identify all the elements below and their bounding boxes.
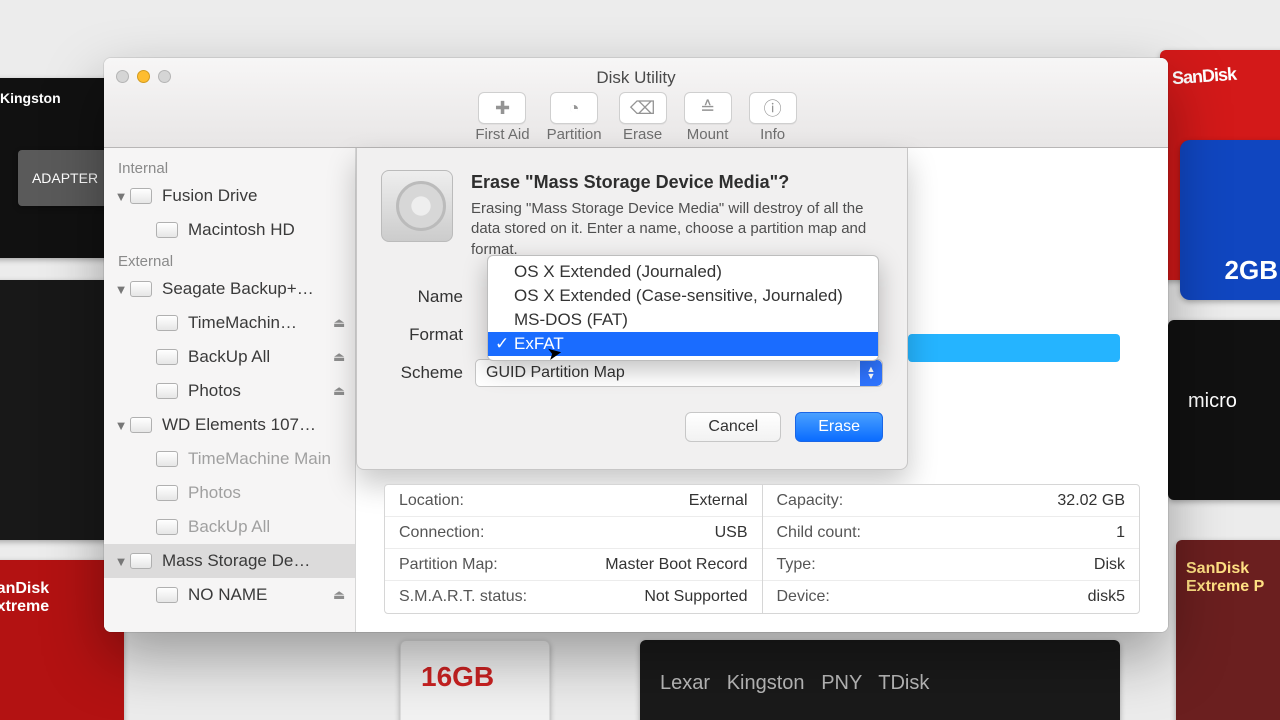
sidebar-item-seagate[interactable]: ▼Seagate Backup+… [104, 272, 355, 306]
volume-icon [156, 349, 178, 365]
sidebar-section-internal: Internal [104, 154, 355, 179]
capacity-value: 32.02 GB [1057, 492, 1125, 510]
childcount-value: 1 [1116, 524, 1125, 542]
volume-icon [156, 519, 178, 535]
format-label: Format [381, 325, 463, 345]
scheme-label: Scheme [381, 363, 463, 383]
chevron-down-icon[interactable]: ▼ [112, 418, 130, 433]
toolbar: ✚First Aid ◔Partition ⌫Erase ≙Mount ⓘInf… [104, 92, 1168, 143]
volume-icon [156, 222, 178, 238]
selection-highlight [908, 334, 1120, 362]
stethoscope-icon: ✚ [478, 92, 526, 124]
sidebar-item-wd-timemachine[interactable]: TimeMachine Main [104, 442, 355, 476]
sidebar-item-no-name[interactable]: NO NAME⏏ [104, 578, 355, 612]
sidebar-item-fusion-drive[interactable]: ▼Fusion Drive [104, 179, 355, 213]
smart-value: Not Supported [644, 588, 747, 606]
partition-map-value: Master Boot Record [605, 556, 747, 574]
sheet-message: Erasing "Mass Storage Device Media" will… [471, 199, 883, 260]
eject-icon[interactable]: ⏏ [333, 587, 349, 603]
capacity-label: Capacity: [777, 492, 844, 510]
cancel-button[interactable]: Cancel [685, 412, 781, 442]
connection-label: Connection: [399, 524, 484, 542]
format-option-osx-journaled[interactable]: OS X Extended (Journaled) [488, 260, 878, 284]
mount-button[interactable]: ≙Mount [684, 92, 732, 143]
sidebar: Internal ▼Fusion Drive Macintosh HD Exte… [104, 148, 356, 632]
device-value: disk5 [1088, 588, 1125, 606]
info-icon: ⓘ [749, 92, 797, 124]
eject-icon[interactable]: ⏏ [333, 349, 349, 365]
disk-details: Location: External Connection: USB Partiti… [384, 484, 1140, 614]
disk-icon [130, 281, 152, 297]
hard-drive-icon [381, 170, 453, 242]
volume-icon [156, 451, 178, 467]
location-value: External [689, 492, 748, 510]
chevron-down-icon[interactable]: ▼ [112, 554, 130, 569]
format-option-osx-case-journaled[interactable]: OS X Extended (Case-sensitive, Journaled… [488, 284, 878, 308]
window-title: Disk Utility [104, 68, 1168, 88]
erase-confirm-button[interactable]: Erase [795, 412, 883, 442]
volume-icon [156, 383, 178, 399]
scheme-select[interactable]: GUID Partition Map ▲▼ [475, 359, 883, 387]
mount-icon: ≙ [684, 92, 732, 124]
main-content: Erase "Mass Storage Device Media"? Erasi… [356, 148, 1168, 632]
eject-icon[interactable]: ⏏ [333, 315, 349, 331]
location-label: Location: [399, 492, 464, 510]
titlebar: Disk Utility ✚First Aid ◔Partition ⌫Eras… [104, 58, 1168, 148]
erase-sheet: Erase "Mass Storage Device Media"? Erasi… [356, 148, 908, 470]
info-button[interactable]: ⓘInfo [749, 92, 797, 143]
sheet-title: Erase "Mass Storage Device Media"? [471, 172, 883, 193]
sidebar-section-external: External [104, 247, 355, 272]
smart-label: S.M.A.R.T. status: [399, 588, 527, 606]
sidebar-item-wd-backupall[interactable]: BackUp All [104, 510, 355, 544]
chevron-updown-icon: ▲▼ [860, 360, 882, 386]
disk-icon [130, 417, 152, 433]
type-label: Type: [777, 556, 816, 574]
sidebar-item-timemachine[interactable]: TimeMachin…⏏ [104, 306, 355, 340]
first-aid-button[interactable]: ✚First Aid [475, 92, 529, 143]
format-option-msdos-fat[interactable]: MS-DOS (FAT) [488, 308, 878, 332]
erase-icon: ⌫ [619, 92, 667, 124]
chevron-down-icon[interactable]: ▼ [112, 282, 130, 297]
eject-icon[interactable]: ⏏ [333, 383, 349, 399]
partition-button[interactable]: ◔Partition [547, 92, 602, 143]
sidebar-item-photos[interactable]: Photos⏏ [104, 374, 355, 408]
sidebar-item-mass-storage[interactable]: ▼Mass Storage De… [104, 544, 355, 578]
partition-map-label: Partition Map: [399, 556, 498, 574]
type-value: Disk [1094, 556, 1125, 574]
disk-icon [130, 188, 152, 204]
name-label: Name [381, 287, 463, 307]
volume-icon [156, 587, 178, 603]
scheme-value: GUID Partition Map [486, 364, 625, 382]
device-label: Device: [777, 588, 830, 606]
chevron-down-icon[interactable]: ▼ [112, 189, 130, 204]
sidebar-item-wd[interactable]: ▼WD Elements 107… [104, 408, 355, 442]
childcount-label: Child count: [777, 524, 862, 542]
volume-icon [156, 315, 178, 331]
disk-icon [130, 553, 152, 569]
pie-icon: ◔ [550, 92, 598, 124]
sidebar-item-wd-photos[interactable]: Photos [104, 476, 355, 510]
connection-value: USB [715, 524, 748, 542]
volume-icon [156, 485, 178, 501]
disk-utility-window: Disk Utility ✚First Aid ◔Partition ⌫Eras… [104, 58, 1168, 632]
sidebar-item-macintosh-hd[interactable]: Macintosh HD [104, 213, 355, 247]
sidebar-item-backup-all[interactable]: BackUp All⏏ [104, 340, 355, 374]
erase-button[interactable]: ⌫Erase [619, 92, 667, 143]
